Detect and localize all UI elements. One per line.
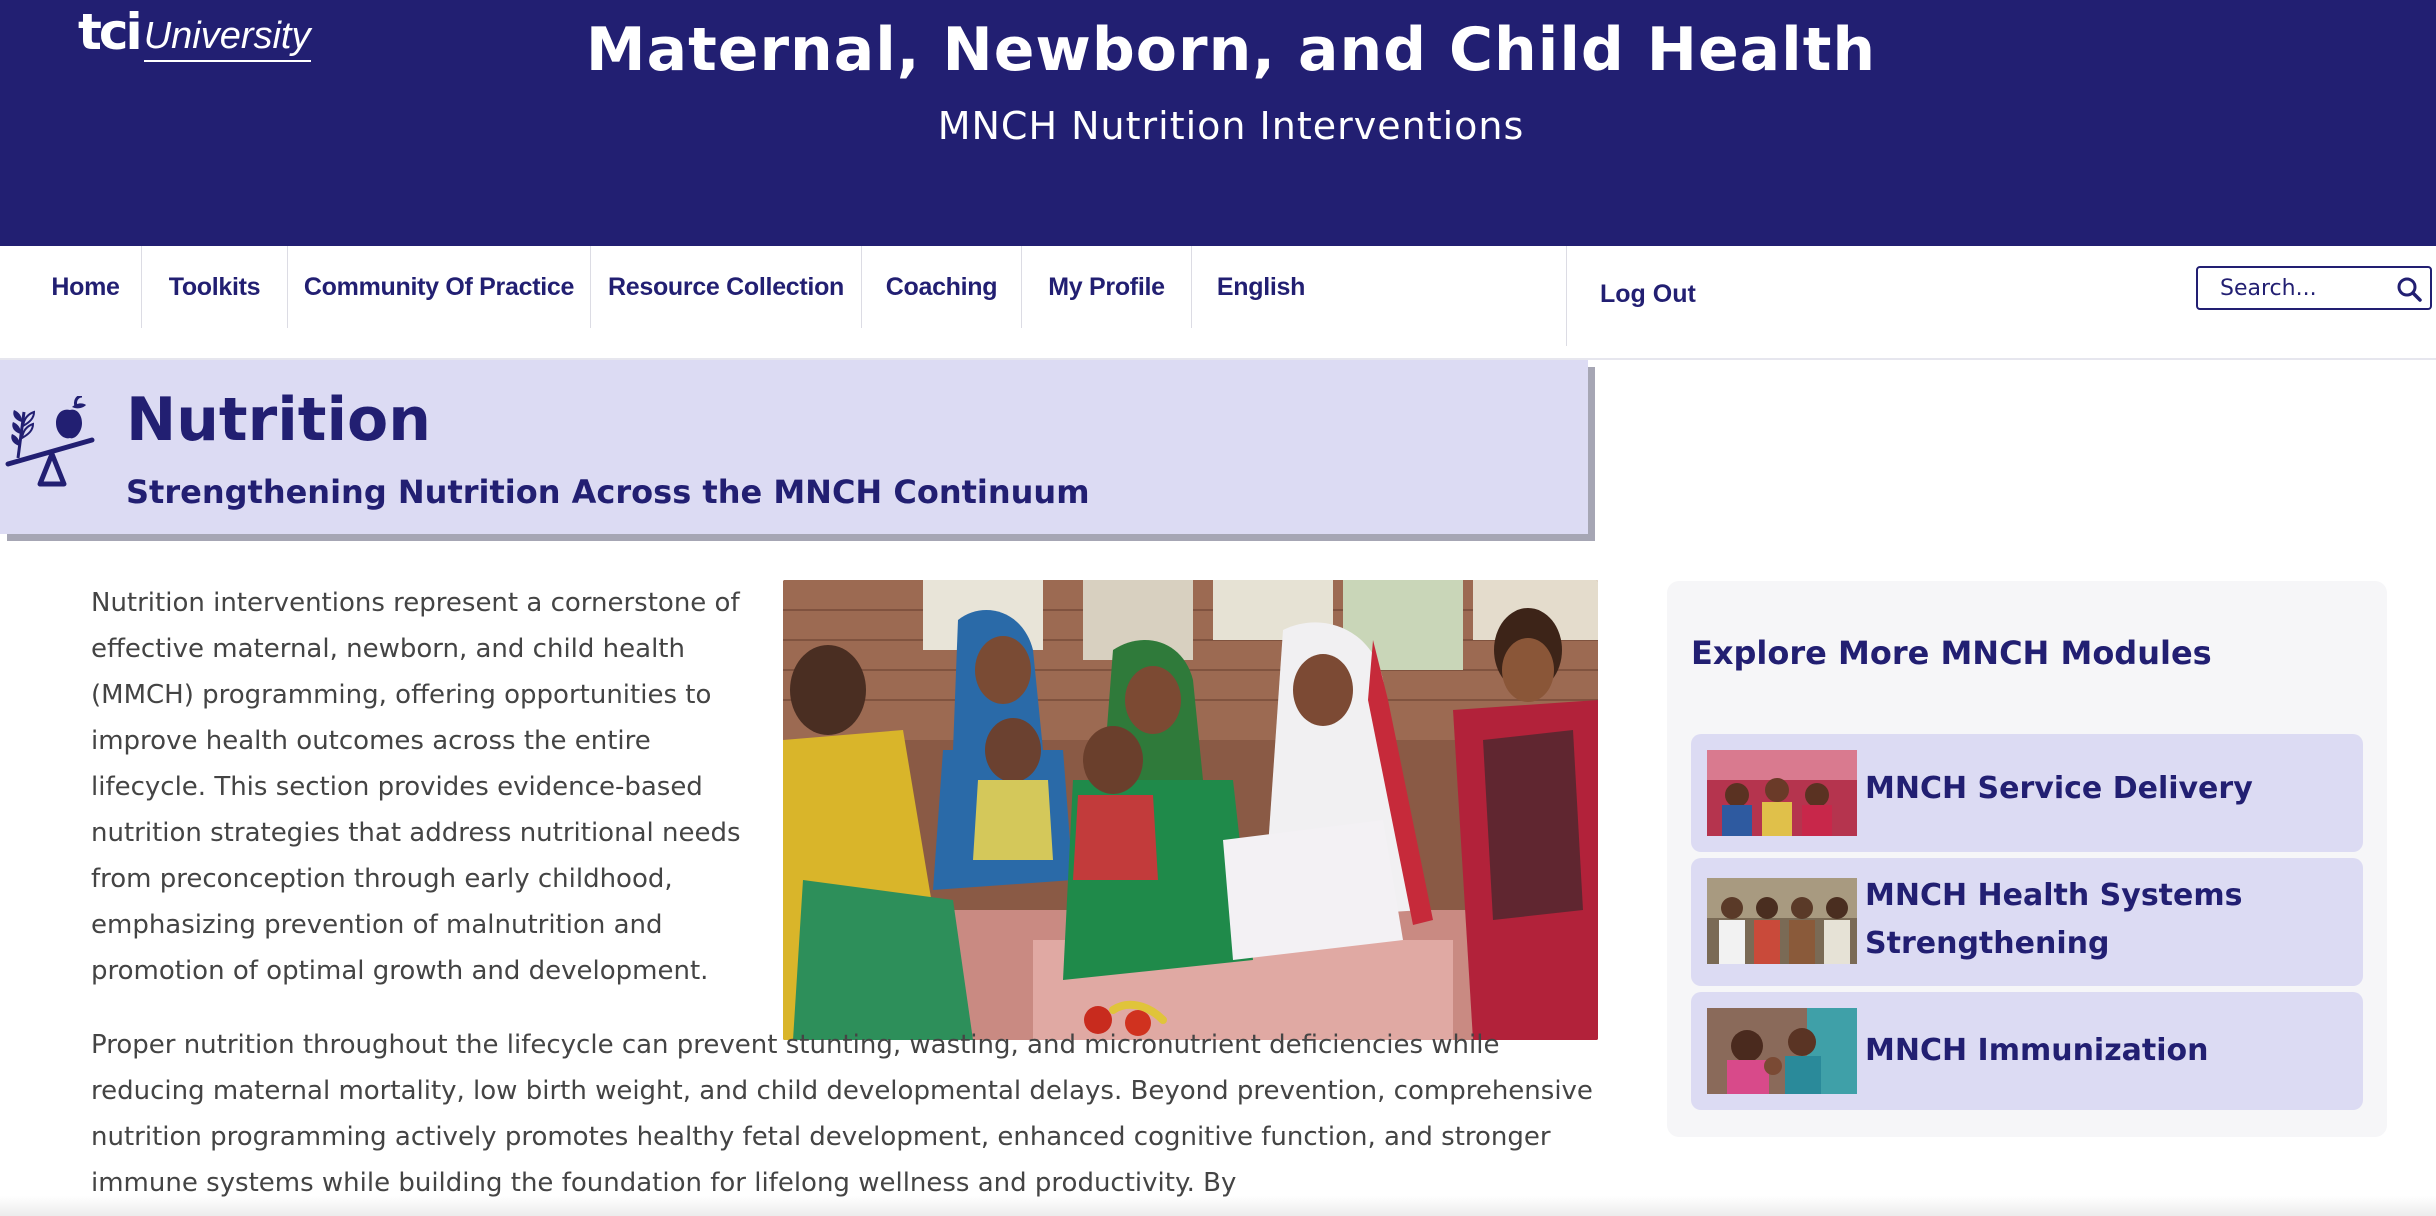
search-icon[interactable] xyxy=(2396,276,2422,302)
health-systems-thumbnail xyxy=(1707,878,1857,964)
logout-link[interactable]: Log Out xyxy=(1600,280,1696,309)
site-title: Maternal, Newborn, and Child Health xyxy=(585,15,1877,85)
nav-item-english[interactable]: English xyxy=(1192,246,1330,328)
scroll-fade xyxy=(0,1196,2436,1216)
page-subtitle: Strengthening Nutrition Across the MNCH … xyxy=(126,473,1090,511)
module-label-health-systems: MNCH Health Systems Strengthening xyxy=(1865,878,2243,961)
immunization-thumbnail xyxy=(1707,1008,1857,1094)
intro-paragraph: Nutrition interventions represent a corn… xyxy=(91,588,741,986)
module-label-immunization: MNCH Immunization xyxy=(1865,1033,2209,1068)
nav-item-resource-collection[interactable]: Resource Collection xyxy=(591,246,862,328)
main-nav: Home Toolkits Community Of Practice Reso… xyxy=(0,246,2436,360)
nutrition-scale-icon xyxy=(5,396,95,487)
nav-item-coaching[interactable]: Coaching xyxy=(862,246,1022,328)
page-banner: Nutrition Strengthening Nutrition Across… xyxy=(0,360,1588,534)
nav-item-my-profile[interactable]: My Profile xyxy=(1022,246,1192,328)
nav-item-home[interactable]: Home xyxy=(30,246,142,328)
module-label-service-delivery: MNCH Service Delivery xyxy=(1865,771,2253,806)
nav-item-toolkits[interactable]: Toolkits xyxy=(142,246,288,328)
modules-sidebar: Explore More MNCH Modules MNCH Service D… xyxy=(1667,581,2387,1137)
module-card-service-delivery[interactable]: MNCH Service Delivery xyxy=(1691,734,2363,852)
module-card-immunization[interactable]: MNCH Immunization xyxy=(1691,992,2363,1110)
site-header: tci University Maternal, Newborn, and Ch… xyxy=(0,0,2436,246)
nav-divider xyxy=(1566,246,1567,346)
page-title: Nutrition xyxy=(126,385,431,455)
site-subtitle: MNCH Nutrition Interventions xyxy=(937,104,1525,148)
search-box xyxy=(2196,266,2432,310)
search-input[interactable] xyxy=(2218,269,2402,307)
module-card-health-systems[interactable]: MNCH Health Systems Strengthening xyxy=(1691,858,2363,986)
body-paragraph-text: Proper nutrition throughout the lifecycl… xyxy=(91,1030,1593,1198)
sidebar-title: Explore More MNCH Modules xyxy=(1691,634,2212,672)
body-paragraph: Proper nutrition throughout the lifecycl… xyxy=(91,1022,1611,1206)
service-delivery-thumbnail xyxy=(1707,750,1857,836)
women-feeding-child-photo xyxy=(783,580,1598,1040)
nav-item-community-of-practice[interactable]: Community Of Practice xyxy=(288,246,591,328)
